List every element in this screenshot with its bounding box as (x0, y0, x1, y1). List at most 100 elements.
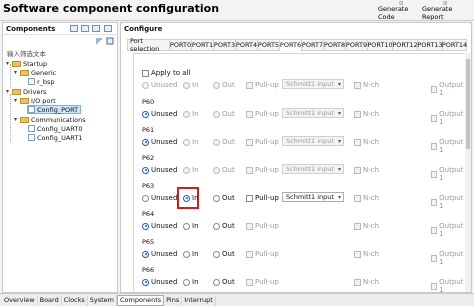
p62-nch-checkbox[interactable]: N-ch (354, 166, 379, 174)
checkbox-box[interactable] (246, 278, 253, 286)
p63-nch-checkbox[interactable]: N-ch (354, 194, 379, 202)
radio-circle[interactable] (183, 166, 190, 174)
tab-port0[interactable]: PORT0 (169, 39, 191, 51)
p60-unused-radio[interactable]: Unused (142, 110, 177, 118)
generate-report-button[interactable]: Generate Report (422, 1, 468, 21)
tree-node-io-port[interactable]: ▾ I/O port (14, 96, 56, 105)
collapse-icon[interactable] (104, 25, 112, 32)
tab-port13[interactable]: PORT13 (417, 39, 443, 51)
radio-circle[interactable] (183, 110, 190, 118)
all-nch-checkbox[interactable]: N-ch (354, 81, 379, 89)
checkbox-box[interactable] (431, 226, 438, 234)
p62-out-radio[interactable]: Out (213, 166, 235, 174)
radio-circle[interactable] (213, 138, 220, 146)
checkbox-box[interactable] (431, 198, 438, 206)
radio-circle[interactable] (213, 166, 220, 174)
p65-out-radio[interactable]: Out (213, 250, 235, 258)
tab-board[interactable]: Board (38, 294, 62, 306)
p66-unused-radio[interactable]: Unused (142, 278, 177, 286)
tree-node-config-uart1[interactable]: Config_UART1 (28, 133, 82, 142)
tree-node-drivers[interactable]: ▾ Drivers (6, 87, 46, 96)
sort-icon[interactable] (95, 37, 103, 45)
checkbox-box[interactable] (431, 170, 438, 178)
tab-port8[interactable]: PORT8 (323, 39, 345, 51)
p63-output1-checkbox[interactable]: Output 1 (431, 194, 465, 210)
p61-output1-checkbox[interactable]: Output 1 (431, 138, 465, 154)
p61-input-type-select[interactable]: Schmitt1 input ▾ (282, 136, 344, 146)
p63-input-type-select[interactable]: Schmitt1 input ▾ (282, 192, 344, 202)
tab-pins[interactable]: Pins (164, 294, 183, 306)
p63-unused-radio[interactable]: Unused (142, 194, 177, 202)
tree-node-config-uart0[interactable]: Config_UART0 (28, 124, 82, 133)
all-unused-radio[interactable]: Unused (142, 81, 177, 89)
radio-circle[interactable] (142, 250, 149, 258)
radio-circle[interactable] (142, 138, 149, 146)
tab-system[interactable]: System (88, 294, 118, 306)
p62-pullup-checkbox[interactable]: Pull-up (246, 166, 279, 174)
p60-pullup-checkbox[interactable]: Pull-up (246, 110, 279, 118)
tab-port7[interactable]: PORT7 (301, 39, 323, 51)
p60-output1-checkbox[interactable]: Output 1 (431, 110, 465, 126)
tree-node-communications[interactable]: ▾ Communications (14, 115, 86, 124)
checkbox-box[interactable] (246, 81, 253, 89)
checkbox-box[interactable] (354, 138, 361, 146)
checkbox-box[interactable] (354, 222, 361, 230)
all-in-radio[interactable]: In (183, 81, 199, 89)
radio-circle[interactable] (142, 110, 149, 118)
p62-output1-checkbox[interactable]: Output 1 (431, 166, 465, 182)
checkbox-box[interactable] (354, 194, 361, 202)
p66-output1-checkbox[interactable]: Output 1 (431, 278, 465, 292)
radio-circle[interactable] (183, 278, 190, 286)
radio-circle[interactable] (183, 222, 190, 230)
p65-unused-radio[interactable]: Unused (142, 250, 177, 258)
checkbox-box[interactable] (246, 250, 253, 258)
p61-in-radio[interactable]: In (183, 138, 199, 146)
p63-pullup-checkbox[interactable]: Pull-up (246, 194, 279, 202)
p61-out-radio[interactable]: Out (213, 138, 235, 146)
p64-output1-checkbox[interactable]: Output 1 (431, 222, 465, 238)
scrollbar-thumb[interactable] (466, 59, 470, 149)
checkbox-box[interactable] (246, 194, 253, 202)
all-output1-checkbox[interactable]: Output 1 (431, 81, 465, 97)
tab-port3[interactable]: PORT3 (213, 39, 235, 51)
apply-to-all-checkbox[interactable]: Apply to all (142, 69, 190, 77)
vertical-scrollbar[interactable] (465, 53, 471, 292)
tab-port10[interactable]: PORT10 (367, 39, 393, 51)
radio-circle[interactable] (213, 194, 220, 202)
tree-node-startup[interactable]: ▾ Startup (6, 59, 47, 68)
radio-circle[interactable] (213, 81, 220, 89)
all-input-type-select[interactable]: Schmitt1 input ▾ (282, 79, 344, 89)
view-icon[interactable] (92, 25, 100, 32)
checkbox-box[interactable] (354, 278, 361, 286)
radio-circle[interactable] (142, 222, 149, 230)
tab-port1[interactable]: PORT1 (191, 39, 213, 51)
radio-circle[interactable] (213, 278, 220, 286)
p65-nch-checkbox[interactable]: N-ch (354, 250, 379, 258)
checkbox-box[interactable] (431, 142, 438, 150)
checkbox-box[interactable] (431, 282, 438, 290)
tree-node-config-port[interactable]: Config_PORT (27, 105, 82, 114)
p60-nch-checkbox[interactable]: N-ch (354, 110, 379, 118)
checkbox-box[interactable] (246, 138, 253, 146)
p62-input-type-select[interactable]: Schmitt1 input ▾ (282, 164, 344, 174)
tab-port12[interactable]: PORT12 (392, 39, 418, 51)
checkbox-box[interactable] (246, 110, 253, 118)
tab-overview[interactable]: Overview (2, 294, 38, 306)
p60-out-radio[interactable]: Out (213, 110, 235, 118)
p65-output1-checkbox[interactable]: Output 1 (431, 250, 465, 266)
tab-clocks[interactable]: Clocks (62, 294, 88, 306)
tab-port6[interactable]: PORT6 (279, 39, 301, 51)
p66-nch-checkbox[interactable]: N-ch (354, 278, 379, 286)
radio-circle[interactable] (183, 194, 190, 202)
tree-node-r-bsp[interactable]: r_bsp (28, 77, 55, 86)
filter-input[interactable]: 输入筛选文本 (3, 48, 117, 58)
p60-in-radio[interactable]: In (183, 110, 199, 118)
radio-circle[interactable] (142, 166, 149, 174)
radio-circle[interactable] (213, 110, 220, 118)
p61-unused-radio[interactable]: Unused (142, 138, 177, 146)
checkbox-box[interactable] (354, 250, 361, 258)
radio-circle[interactable] (142, 278, 149, 286)
remove-component-icon[interactable] (81, 25, 89, 32)
checkbox-box[interactable] (246, 222, 253, 230)
radio-circle[interactable] (183, 138, 190, 146)
